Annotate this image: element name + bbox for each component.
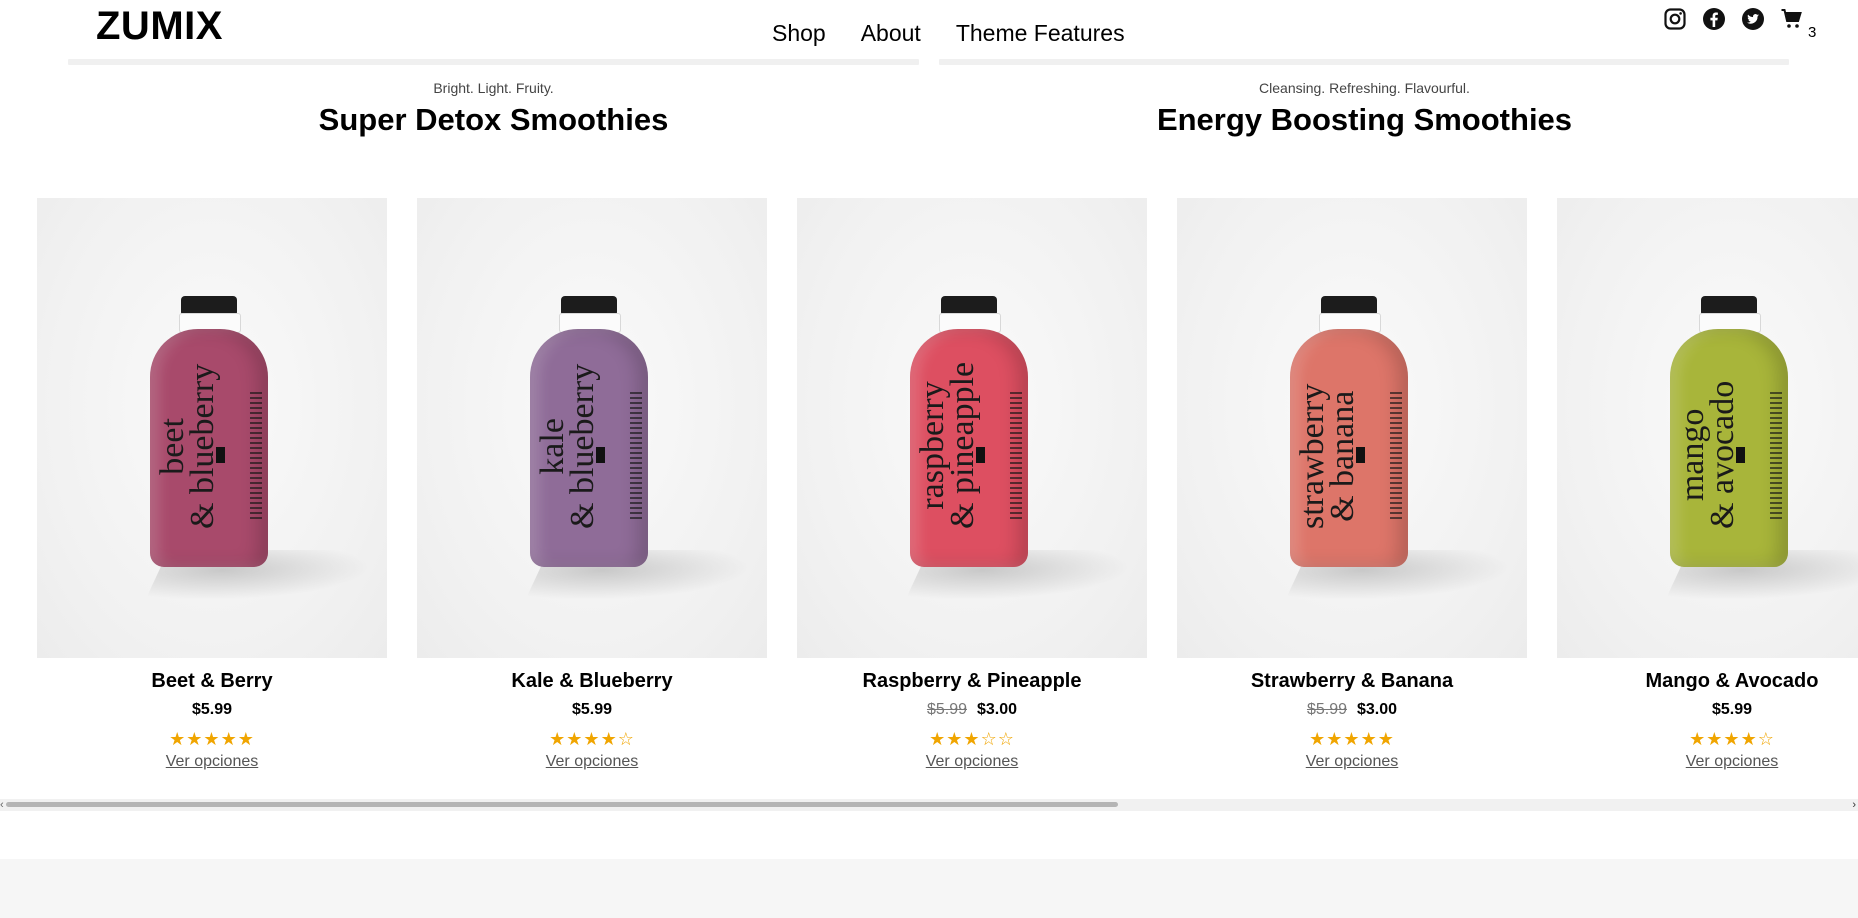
brand-logo[interactable]: ZUMIX	[96, 4, 223, 49]
cart-count-badge[interactable]: 3	[1808, 24, 1816, 41]
section-title: Energy Boosting Smoothies	[1156, 102, 1573, 137]
rating-stars: ★★★★☆	[549, 729, 635, 749]
bottle-label: kale & blueberry	[534, 363, 601, 529]
bottle-cap	[1321, 296, 1377, 314]
rating-stars: ★★★★☆	[1689, 729, 1775, 749]
product-name[interactable]: Mango & Avocado	[1557, 670, 1858, 693]
bottle-label: raspberry & pineapple	[914, 361, 981, 529]
nav-theme-features[interactable]: Theme Features	[956, 20, 1125, 47]
instagram-icon[interactable]	[1662, 6, 1687, 31]
section-subtitle: Bright. Light. Fruity.	[433, 80, 554, 96]
product-name[interactable]: Kale & Blueberry	[417, 670, 767, 693]
bottle-cap	[181, 296, 237, 314]
bottle-label-line: & pineapple	[944, 361, 981, 529]
section-title: Super Detox Smoothies	[318, 102, 669, 137]
bottle-mark	[1356, 447, 1365, 463]
nav-shop[interactable]: Shop	[772, 20, 826, 47]
bottle-label-line: & blueberry	[564, 363, 601, 529]
bottle-side-print	[630, 389, 642, 519]
view-options-link[interactable]: Ver opciones	[926, 753, 1019, 771]
product-name[interactable]: Raspberry & Pineapple	[797, 670, 1147, 693]
product-current-price: $3.00	[1357, 701, 1398, 718]
header-divider-right	[939, 59, 1789, 65]
section-subtitle: Cleansing. Refreshing. Flavourful.	[1259, 80, 1470, 96]
product-current-price: $5.99	[1711, 701, 1753, 718]
bottle-body: beet & blueberry	[150, 329, 268, 567]
bottle-body: raspberry & pineapple	[910, 329, 1028, 567]
product-price: $5.99 $3.00	[797, 701, 1147, 719]
bottle-label: beet & blueberry	[154, 363, 221, 529]
product-card[interactable]: beet & blueberry Beet & Berry $5.99 ★★★★…	[37, 198, 387, 771]
section-energy-boosting: Cleansing. Refreshing. Flavourful. Energ…	[939, 78, 1790, 138]
product-image[interactable]: beet & blueberry	[37, 198, 387, 658]
bottle-illustration: kale & blueberry	[530, 296, 648, 568]
product-old-price: $5.99	[1306, 701, 1347, 718]
scrollbar-thumb[interactable]	[6, 802, 1118, 807]
bottle-illustration: strawberry & banana	[1290, 296, 1408, 568]
section-super-detox: Bright. Light. Fruity. Super Detox Smoot…	[68, 78, 919, 138]
bottle-mark	[596, 447, 605, 463]
product-card[interactable]: strawberry & banana Strawberry & Banana …	[1177, 198, 1527, 771]
product-image[interactable]: raspberry & pineapple	[797, 198, 1147, 658]
product-image[interactable]: mango & avocado	[1557, 198, 1858, 658]
bottle-mark	[216, 447, 225, 463]
bottle-mark	[976, 447, 985, 463]
rating-stars: ★★★★★	[169, 729, 255, 749]
header-divider-left	[68, 59, 919, 65]
product-card[interactable]: raspberry & pineapple Raspberry & Pineap…	[797, 198, 1147, 771]
product-current-price: $5.99	[571, 701, 613, 718]
bottle-illustration: mango & avocado	[1670, 296, 1788, 568]
view-options-link[interactable]: Ver opciones	[1686, 753, 1779, 771]
bottle-cap	[561, 296, 617, 314]
product-card[interactable]: mango & avocado Mango & Avocado $5.99 ★★…	[1557, 198, 1858, 771]
rating-stars: ★★★☆☆	[929, 729, 1015, 749]
bottle-label: mango & avocado	[1674, 380, 1741, 529]
bottle-cap	[1701, 296, 1757, 314]
bottle-cap	[941, 296, 997, 314]
bottle-side-print	[1390, 389, 1402, 519]
product-current-price: $5.99	[191, 701, 233, 718]
view-options-link[interactable]: Ver opciones	[1306, 753, 1399, 771]
rating-stars: ★★★★★	[1309, 729, 1395, 749]
horizontal-scrollbar[interactable]: ‹ ›	[0, 799, 1858, 811]
product-name[interactable]: Beet & Berry	[37, 670, 387, 693]
product-price: $5.99	[417, 701, 767, 719]
product-price: $5.99 $3.00	[1177, 701, 1527, 719]
bottle-illustration: raspberry & pineapple	[910, 296, 1028, 568]
facebook-icon[interactable]	[1701, 6, 1726, 31]
product-current-price: $3.00	[977, 701, 1018, 718]
product-old-price: $5.99	[926, 701, 967, 718]
twitter-icon[interactable]	[1740, 6, 1765, 31]
product-name[interactable]: Strawberry & Banana	[1177, 670, 1527, 693]
scroll-left-arrow-icon[interactable]: ‹	[0, 799, 4, 811]
bottle-illustration: beet & blueberry	[150, 296, 268, 568]
bottle-side-print	[250, 389, 262, 519]
footer-band	[0, 859, 1858, 918]
bottle-body: kale & blueberry	[530, 329, 648, 567]
product-image[interactable]: strawberry & banana	[1177, 198, 1527, 658]
bottle-side-print	[1770, 389, 1782, 519]
main-nav: Shop About Theme Features	[772, 20, 1125, 47]
product-price: $5.99	[37, 701, 387, 719]
bottle-mark	[1736, 447, 1745, 463]
product-card[interactable]: kale & blueberry Kale & Blueberry $5.99 …	[417, 198, 767, 771]
bottle-label-line: & avocado	[1704, 380, 1741, 529]
product-price: $5.99	[1557, 701, 1858, 719]
product-image[interactable]: kale & blueberry	[417, 198, 767, 658]
bottle-label-line: & blueberry	[184, 363, 221, 529]
header-icons: 3	[1662, 6, 1816, 41]
view-options-link[interactable]: Ver opciones	[546, 753, 639, 771]
scroll-right-arrow-icon[interactable]: ›	[1852, 799, 1856, 811]
bottle-body: strawberry & banana	[1290, 329, 1408, 567]
nav-about[interactable]: About	[861, 20, 921, 47]
bottle-label: strawberry & banana	[1294, 384, 1361, 529]
bottle-label-line: & banana	[1324, 390, 1361, 522]
bottle-body: mango & avocado	[1670, 329, 1788, 567]
bottle-side-print	[1010, 389, 1022, 519]
view-options-link[interactable]: Ver opciones	[166, 753, 259, 771]
cart-icon[interactable]	[1779, 6, 1804, 31]
